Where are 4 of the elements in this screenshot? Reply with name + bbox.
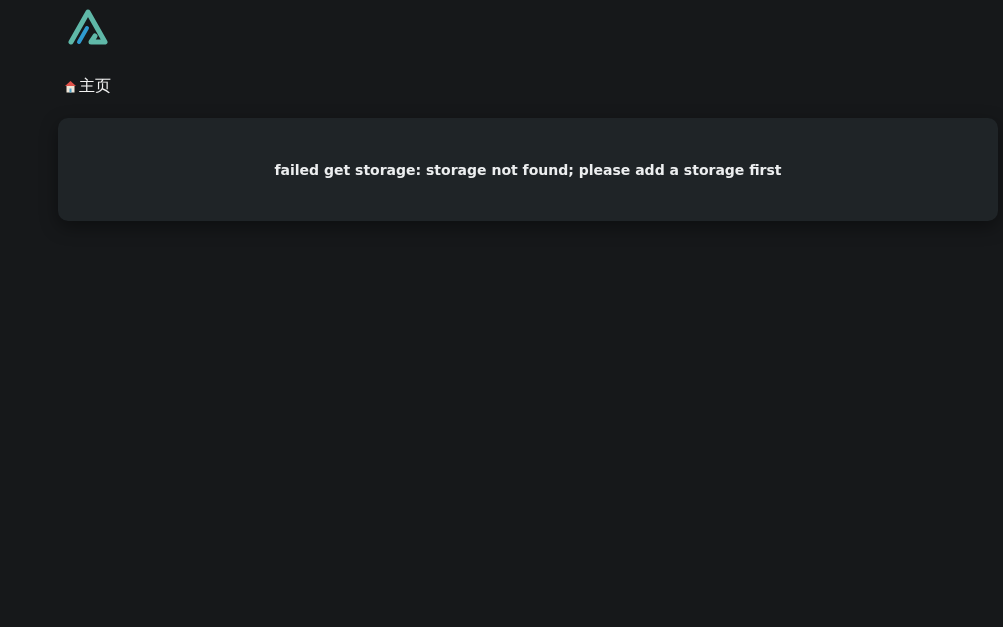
error-message: failed get storage: storage not found; please add a storage first <box>274 161 782 178</box>
logo-icon <box>67 8 109 46</box>
home-link[interactable]: 主页 <box>58 70 111 102</box>
house-icon <box>64 79 77 93</box>
